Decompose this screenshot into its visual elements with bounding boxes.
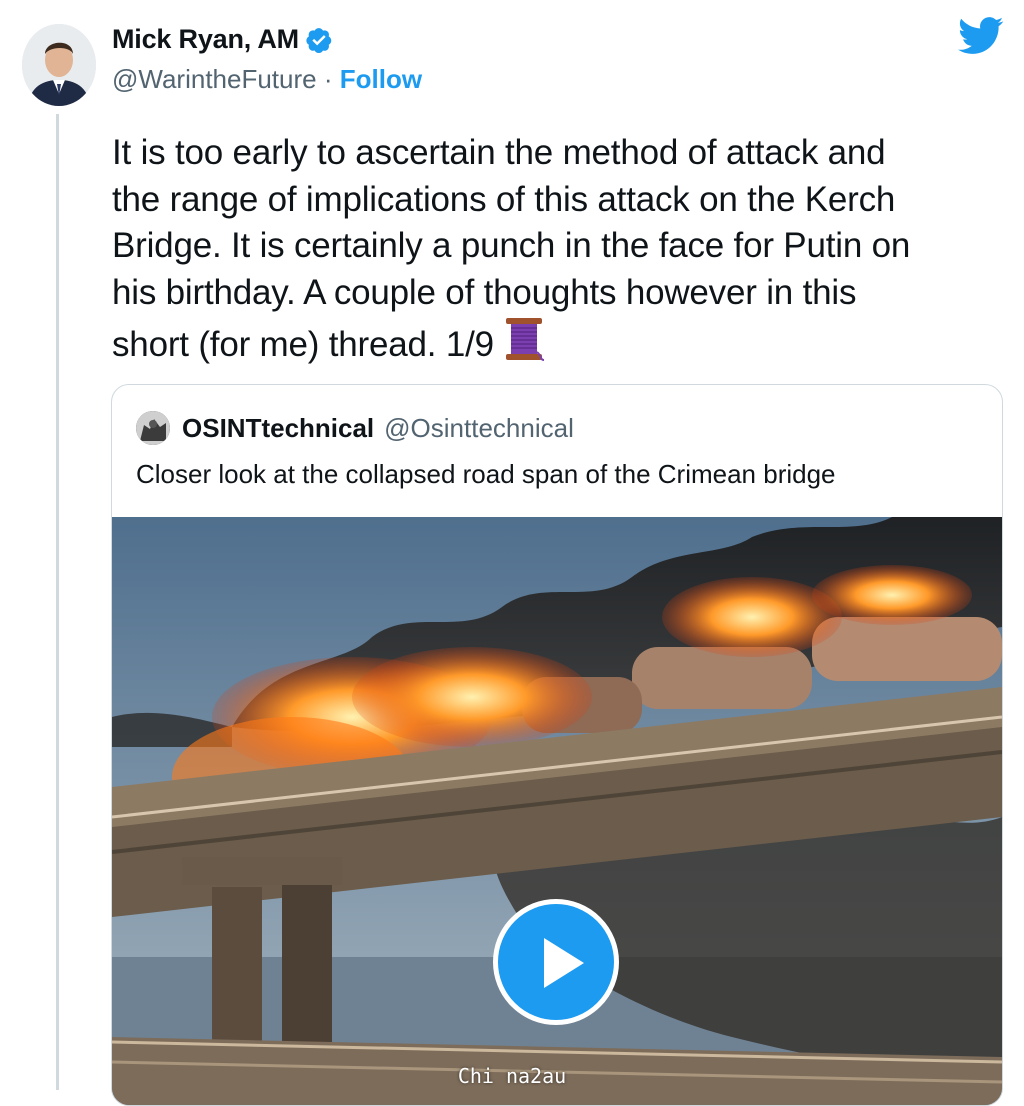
quoted-avatar[interactable] bbox=[136, 411, 170, 445]
tweet-line-last: short (for me) thread. 1/9 bbox=[112, 316, 1002, 369]
separator: · bbox=[323, 64, 333, 94]
author-avatar[interactable] bbox=[22, 24, 96, 106]
quoted-name[interactable]: OSINTtechnical bbox=[182, 413, 374, 444]
play-icon bbox=[544, 938, 584, 988]
watermark: Chi na2au bbox=[457, 1064, 567, 1088]
author-handle-row: @WarintheFuture · Follow bbox=[112, 64, 422, 95]
tweet-line: the range of implications of this attack… bbox=[112, 179, 896, 219]
quoted-text: Closer look at the collapsed road span o… bbox=[136, 459, 836, 489]
author-name[interactable]: Mick Ryan, AM bbox=[112, 24, 299, 55]
user-avatar-icon bbox=[22, 24, 96, 106]
quoted-tweet[interactable]: OSINTtechnical @Osinttechnical Closer lo… bbox=[111, 384, 1003, 1106]
author-handle[interactable]: @WarintheFuture bbox=[112, 64, 317, 94]
tweet-line: his birthday. A couple of thoughts howev… bbox=[112, 272, 857, 312]
thread-line bbox=[56, 114, 59, 1090]
tweet-line: Bridge. It is certainly a punch in the f… bbox=[112, 226, 911, 265]
quoted-header: OSINTtechnical @Osinttechnical bbox=[136, 411, 574, 445]
verified-badge-icon bbox=[306, 27, 332, 53]
tweet-text: It is too early to ascertain the method … bbox=[112, 130, 1002, 369]
quoted-avatar-icon bbox=[136, 411, 170, 445]
tweet-line: short (for me) thread. 1/9 bbox=[112, 325, 494, 364]
video-thumbnail[interactable] bbox=[112, 517, 1002, 1105]
tweet-line: It is too early to ascertain the method … bbox=[112, 133, 886, 172]
thread-spool-icon bbox=[505, 318, 544, 361]
quoted-handle[interactable]: @Osinttechnical bbox=[384, 413, 574, 444]
play-button[interactable] bbox=[493, 899, 619, 1025]
author-name-row[interactable]: Mick Ryan, AM bbox=[112, 24, 333, 55]
follow-button[interactable]: Follow bbox=[340, 64, 422, 94]
twitter-bird-icon[interactable] bbox=[958, 16, 1004, 56]
